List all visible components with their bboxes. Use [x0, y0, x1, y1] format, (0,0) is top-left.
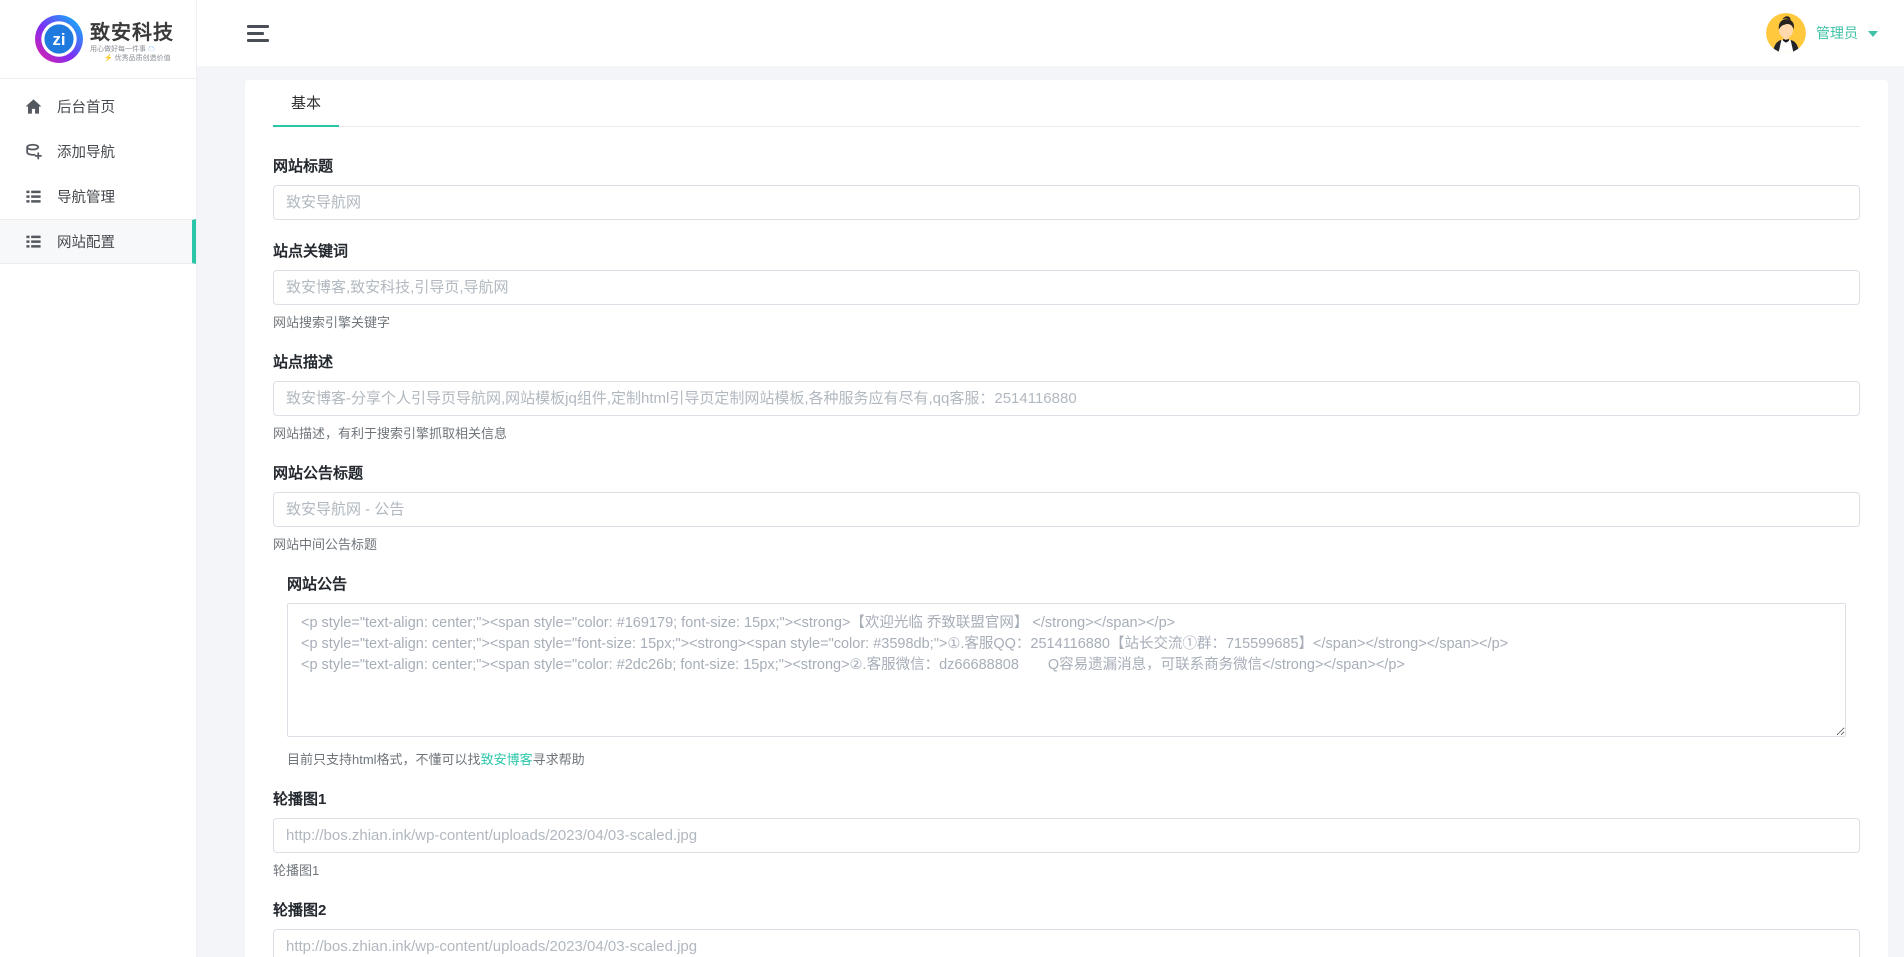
help-text: 寻求帮助: [533, 752, 585, 767]
field-label: 站点关键词: [273, 240, 1860, 261]
brand-logo[interactable]: zi 致安科技 用心做好每一件事 ☁ ⚡ 优秀品质创造价值: [0, 0, 196, 79]
field-site-description: 站点描述 网站描述，有利于搜索引擎抓取相关信息: [273, 351, 1860, 442]
field-banner-1: 轮播图1 轮播图1: [273, 788, 1860, 879]
home-icon: [24, 97, 43, 116]
site-description-input[interactable]: [273, 381, 1860, 416]
brand-logo-icon: zi: [34, 14, 84, 64]
field-label: 网站标题: [273, 155, 1860, 176]
sidebar-item-add-nav[interactable]: 添加导航: [0, 129, 196, 174]
site-title-input[interactable]: [273, 185, 1860, 220]
settings-card: 基本 网站标题 站点关键词 网站搜索引擎关键字 站点描述: [245, 80, 1888, 957]
field-notice-content: 网站公告 <p style="text-align: center;"><spa…: [273, 573, 1860, 768]
field-label: 网站公告: [287, 573, 1860, 594]
sidebar-item-label: 添加导航: [57, 141, 115, 162]
list-icon: [24, 232, 43, 251]
brand-tagline-1: 用心做好每一件事 ☁: [90, 45, 174, 54]
tab-basic[interactable]: 基本: [273, 80, 339, 127]
user-menu[interactable]: 管理员: [1766, 13, 1878, 53]
sidebar-item-label: 网站配置: [57, 231, 115, 252]
cloud-icon: ☁: [148, 46, 155, 53]
main-column: 管理员 基本 网站标题 站点关键词 网站搜索引擎关键字: [197, 0, 1904, 957]
sidebar-item-label: 后台首页: [57, 96, 115, 117]
site-config-form: 网站标题 站点关键词 网站搜索引擎关键字 站点描述 网站描述，有利于搜索引擎抓取…: [273, 127, 1860, 957]
brand-text-block: 致安科技 用心做好每一件事 ☁ ⚡ 优秀品质创造价值: [90, 16, 174, 63]
menu-toggle-button[interactable]: [247, 25, 271, 42]
field-site-title: 网站标题: [273, 155, 1860, 220]
banner1-input[interactable]: [273, 818, 1860, 853]
zhian-blog-link[interactable]: 致安博客: [481, 752, 533, 767]
notice-textarea[interactable]: <p style="text-align: center;"><span sty…: [287, 603, 1846, 737]
field-help: 轮播图1: [273, 860, 1860, 879]
brand-name: 致安科技: [90, 16, 174, 45]
list-icon: [24, 187, 43, 206]
avatar: [1766, 13, 1806, 53]
sidebar-item-site-config[interactable]: 网站配置: [0, 219, 196, 264]
app-root: zi 致安科技 用心做好每一件事 ☁ ⚡ 优秀品质创造价值 后台首页: [0, 0, 1904, 957]
field-label: 网站公告标题: [273, 462, 1860, 483]
field-help: 目前只支持html格式，不懂可以找致安博客寻求帮助: [287, 749, 1860, 768]
field-label: 轮播图1: [273, 788, 1860, 809]
field-help: 网站描述，有利于搜索引擎抓取相关信息: [273, 423, 1860, 442]
site-keywords-input[interactable]: [273, 270, 1860, 305]
banner2-input[interactable]: [273, 929, 1860, 957]
user-name: 管理员: [1816, 23, 1858, 43]
field-banner-2: 轮播图2 轮播图1: [273, 899, 1860, 957]
notice-title-input[interactable]: [273, 492, 1860, 527]
sidebar: zi 致安科技 用心做好每一件事 ☁ ⚡ 优秀品质创造价值 后台首页: [0, 0, 197, 957]
brand-tagline-2: ⚡ 优秀品质创造价值: [90, 54, 174, 63]
content-area: 基本 网站标题 站点关键词 网站搜索引擎关键字 站点描述: [197, 66, 1904, 957]
help-text: 目前只支持html格式，不懂可以找: [287, 752, 481, 767]
field-notice-title: 网站公告标题 网站中间公告标题: [273, 462, 1860, 553]
sidebar-item-dashboard[interactable]: 后台首页: [0, 84, 196, 129]
sidebar-menu: 后台首页 添加导航: [0, 79, 196, 264]
topbar: 管理员: [197, 0, 1904, 66]
field-help: 网站中间公告标题: [273, 534, 1860, 553]
sidebar-item-label: 导航管理: [57, 186, 115, 207]
field-label: 轮播图2: [273, 899, 1860, 920]
field-label: 站点描述: [273, 351, 1860, 372]
svg-text:zi: zi: [53, 30, 66, 49]
tab-bar: 基本: [273, 80, 1860, 127]
spark-icon: ⚡: [104, 55, 113, 62]
chevron-down-icon: [1868, 31, 1878, 37]
field-site-keywords: 站点关键词 网站搜索引擎关键字: [273, 240, 1860, 331]
add-nav-icon: [24, 142, 43, 161]
field-help: 网站搜索引擎关键字: [273, 312, 1860, 331]
sidebar-item-nav-manage[interactable]: 导航管理: [0, 174, 196, 219]
